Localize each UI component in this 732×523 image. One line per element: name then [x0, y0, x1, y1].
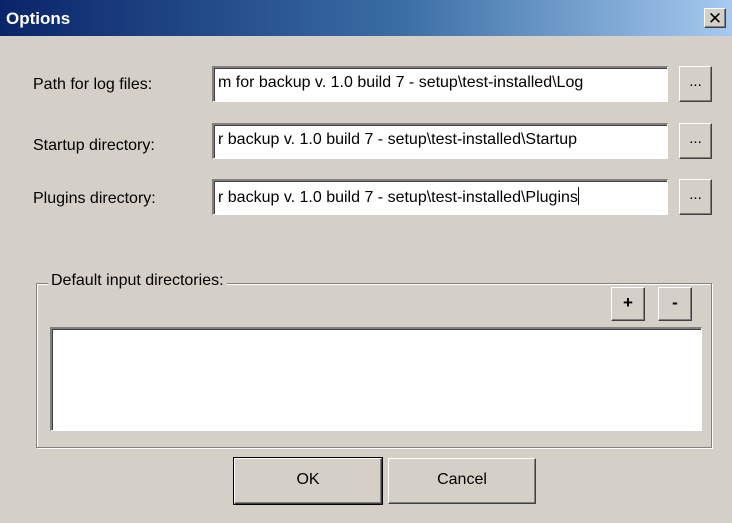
text-caret [577, 187, 579, 205]
close-icon: ✕ [707, 9, 723, 28]
browse-label: ... [689, 73, 702, 90]
close-button[interactable]: ✕ [704, 8, 726, 28]
plugins-dir-input[interactable]: r backup v. 1.0 build 7 - setup\test-ins… [212, 179, 668, 215]
minus-icon: - [672, 293, 678, 312]
input-directories-legend: Default input directories: [48, 272, 227, 290]
plus-icon: + [623, 293, 633, 312]
window-title: Options [6, 9, 71, 28]
log-path-input[interactable]: m for backup v. 1.0 build 7 - setup\test… [212, 66, 668, 102]
startup-dir-browse-button[interactable]: ... [679, 123, 712, 159]
log-path-browse-button[interactable]: ... [679, 66, 712, 102]
cancel-button[interactable]: Cancel [388, 458, 536, 504]
startup-dir-value: r backup v. 1.0 build 7 - setup\test-ins… [218, 131, 578, 148]
startup-dir-input[interactable]: r backup v. 1.0 build 7 - setup\test-ins… [212, 123, 668, 159]
input-directories-list[interactable] [50, 327, 702, 431]
remove-directory-button[interactable]: - [658, 287, 692, 321]
plugins-dir-browse-button[interactable]: ... [679, 179, 712, 215]
add-directory-button[interactable]: + [611, 287, 645, 321]
plugins-dir-label: Plugins directory: [33, 190, 156, 207]
ok-label: OK [296, 471, 320, 488]
title-bar: Options ✕ [0, 0, 732, 36]
browse-label: ... [689, 130, 702, 147]
log-path-label: Path for log files: [33, 76, 153, 93]
log-path-value: m for backup v. 1.0 build 7 - setup\test… [218, 74, 584, 91]
cancel-label: Cancel [437, 471, 487, 488]
startup-dir-label: Startup directory: [33, 137, 155, 154]
plugins-dir-value: r backup v. 1.0 build 7 - setup\test-ins… [218, 189, 578, 206]
ok-button[interactable]: OK [233, 457, 383, 505]
browse-label: ... [689, 186, 702, 203]
